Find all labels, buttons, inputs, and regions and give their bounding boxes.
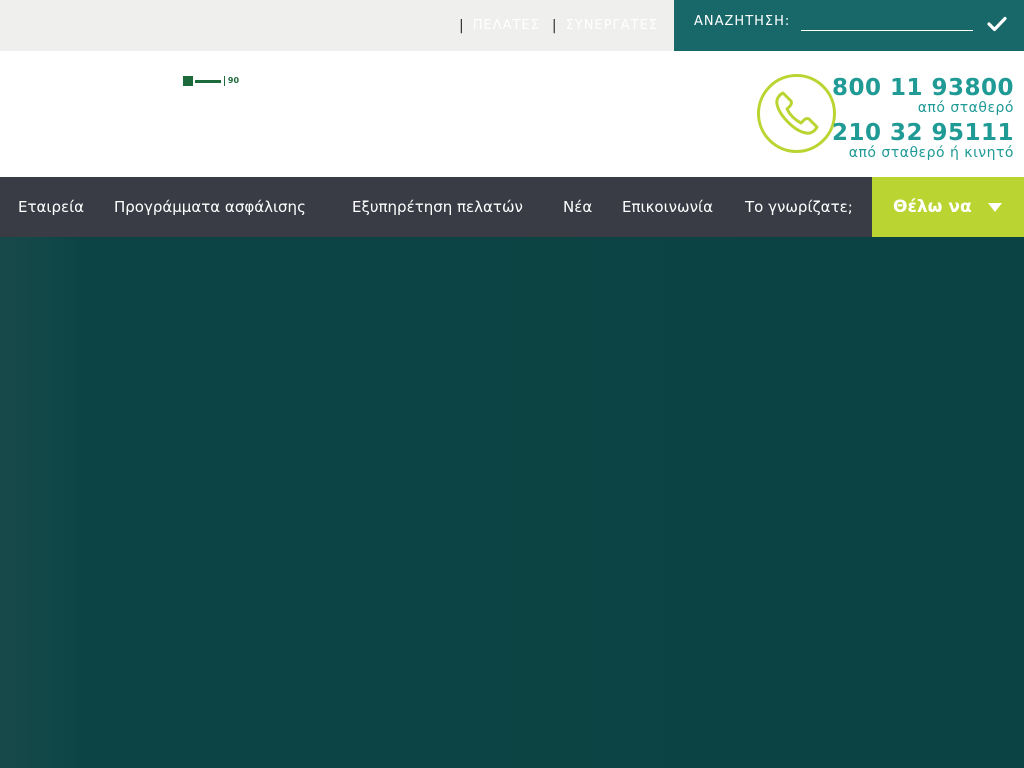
top-link-label: ΠΕΛΑΤΕΣ <box>472 18 540 33</box>
phone-note-main: από σταθερό ή κινητό <box>848 145 1014 161</box>
check-icon[interactable] <box>986 13 1008 35</box>
top-utility-bar: | ΠΕΛΑΤΕΣ | ΣΥΝΕΡΓΑΤΕΣ ΑΝΑΖΗΤΗΣΗ: <box>0 0 1024 51</box>
logo-wordmark <box>194 79 221 83</box>
nav-item-news[interactable]: Νέα <box>563 177 592 237</box>
i-want-to-label: Θέλω να <box>893 197 972 217</box>
phone-note-free: από σταθερό <box>917 100 1014 116</box>
nav-item-company[interactable]: Εταιρεία <box>18 177 84 237</box>
top-link-separator: | <box>459 17 465 34</box>
search-box: ΑΝΑΖΗΤΗΣΗ: <box>674 0 1024 51</box>
nav-item-did-you-know[interactable]: Το γνωρίζατε; <box>745 177 853 237</box>
search-input[interactable] <box>801 11 973 31</box>
main-nav: Εταιρεία Προγράμματα ασφάλισης Εξυπηρέτη… <box>0 177 1024 237</box>
phone-number-free[interactable]: 800 11 93800 <box>832 75 1014 101</box>
logo-anniversary: 90 <box>227 76 240 85</box>
top-link-customers[interactable]: | ΠΕΛΑΤΕΣ <box>459 18 540 34</box>
top-links: | ΠΕΛΑΤΕΣ | ΣΥΝΕΡΓΑΤΕΣ <box>459 0 670 51</box>
i-want-to-dropdown[interactable]: Θέλω να <box>872 177 1024 237</box>
groupama-logo[interactable]: 90 <box>183 74 239 88</box>
top-link-partners[interactable]: | ΣΥΝΕΡΓΑΤΕΣ <box>552 18 658 34</box>
nav-item-insurance-programs[interactable]: Προγράμματα ασφάλισης <box>114 177 306 237</box>
hero-banner <box>0 237 1024 768</box>
phone-number-main[interactable]: 210 32 95111 <box>832 120 1014 146</box>
top-link-separator: | <box>551 17 558 34</box>
search-label: ΑΝΑΖΗΤΗΣΗ: <box>694 14 791 29</box>
phone-numbers: 800 11 93800 από σταθερό 210 32 95111 απ… <box>832 75 1014 161</box>
site-header: 90 800 11 93800 από σταθερό 210 32 95111… <box>0 51 1024 177</box>
top-link-label: ΣΥΝΕΡΓΑΤΕΣ <box>565 18 659 33</box>
caret-down-icon <box>988 203 1002 212</box>
logo-divider <box>223 76 225 86</box>
phone-icon <box>756 73 837 154</box>
logo-mark <box>183 76 193 86</box>
nav-item-customer-service[interactable]: Εξυπηρέτηση πελατών <box>352 177 523 237</box>
nav-item-contact[interactable]: Επικοινωνία <box>622 177 713 237</box>
